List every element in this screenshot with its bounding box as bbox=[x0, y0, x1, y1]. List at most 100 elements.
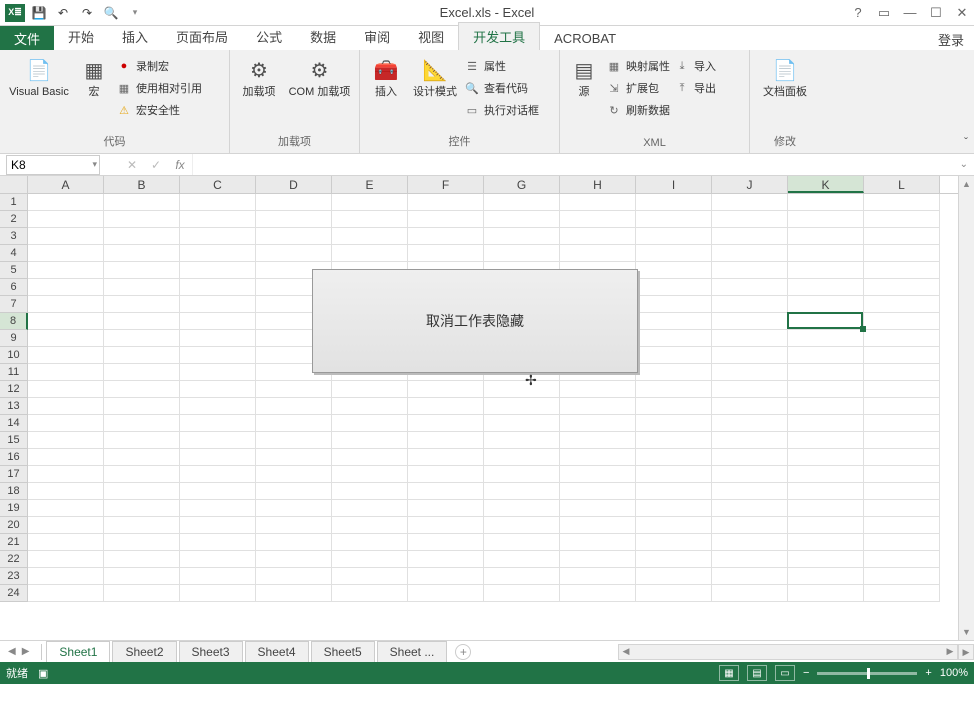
cell[interactable] bbox=[484, 585, 560, 602]
cell[interactable] bbox=[484, 381, 560, 398]
cell[interactable] bbox=[408, 432, 484, 449]
cell[interactable] bbox=[484, 432, 560, 449]
cell[interactable] bbox=[788, 347, 864, 364]
cell[interactable] bbox=[788, 568, 864, 585]
undo-icon[interactable]: ↶ bbox=[52, 2, 74, 24]
cell[interactable] bbox=[712, 483, 788, 500]
cell[interactable] bbox=[864, 432, 940, 449]
macros-button[interactable]: ▦ 宏 bbox=[76, 56, 112, 99]
cell[interactable] bbox=[484, 194, 560, 211]
cell[interactable] bbox=[560, 585, 636, 602]
cell[interactable] bbox=[636, 500, 712, 517]
cell[interactable] bbox=[788, 585, 864, 602]
cell[interactable] bbox=[104, 483, 180, 500]
cancel-formula-icon[interactable]: ✕ bbox=[120, 158, 144, 172]
cell[interactable] bbox=[256, 398, 332, 415]
cell[interactable] bbox=[484, 551, 560, 568]
column-header[interactable]: G bbox=[484, 176, 560, 193]
scroll-right-icon[interactable]: ▶ bbox=[943, 646, 957, 657]
cell[interactable] bbox=[28, 449, 104, 466]
cell[interactable] bbox=[636, 517, 712, 534]
cell[interactable] bbox=[180, 313, 256, 330]
cell[interactable] bbox=[104, 279, 180, 296]
cell[interactable] bbox=[788, 432, 864, 449]
cell[interactable] bbox=[180, 296, 256, 313]
cell[interactable] bbox=[28, 483, 104, 500]
cell[interactable] bbox=[180, 551, 256, 568]
scroll-left-icon[interactable]: ◀ bbox=[619, 646, 633, 657]
vertical-scrollbar[interactable]: ▲ ▼ bbox=[958, 176, 974, 640]
scroll-up-icon[interactable]: ▲ bbox=[959, 176, 974, 192]
cell[interactable] bbox=[864, 398, 940, 415]
cell[interactable] bbox=[484, 245, 560, 262]
cell[interactable] bbox=[712, 228, 788, 245]
cell[interactable] bbox=[28, 466, 104, 483]
cell[interactable] bbox=[332, 432, 408, 449]
relative-ref-button[interactable]: ▦使用相对引用 bbox=[116, 78, 202, 98]
row-header[interactable]: 12 bbox=[0, 381, 28, 398]
cell[interactable] bbox=[636, 534, 712, 551]
cell[interactable] bbox=[560, 568, 636, 585]
insert-control-button[interactable]: 🧰 插入 bbox=[366, 56, 406, 99]
cell[interactable] bbox=[332, 466, 408, 483]
cell[interactable] bbox=[408, 534, 484, 551]
cell[interactable] bbox=[180, 228, 256, 245]
cell[interactable] bbox=[180, 245, 256, 262]
row-header[interactable]: 13 bbox=[0, 398, 28, 415]
cell[interactable] bbox=[28, 245, 104, 262]
cell[interactable] bbox=[28, 551, 104, 568]
cell[interactable] bbox=[180, 364, 256, 381]
cell[interactable] bbox=[712, 585, 788, 602]
cell[interactable] bbox=[28, 517, 104, 534]
sheet-tab[interactable]: Sheet5 bbox=[311, 641, 375, 664]
redo-icon[interactable]: ↷ bbox=[76, 2, 98, 24]
cell[interactable] bbox=[788, 194, 864, 211]
cell[interactable] bbox=[104, 347, 180, 364]
cell[interactable] bbox=[28, 432, 104, 449]
import-button[interactable]: ⤓导入 bbox=[674, 56, 716, 76]
cell[interactable] bbox=[636, 279, 712, 296]
cell[interactable] bbox=[484, 398, 560, 415]
row-header[interactable]: 24 bbox=[0, 585, 28, 602]
cell[interactable] bbox=[712, 517, 788, 534]
row-header[interactable]: 3 bbox=[0, 228, 28, 245]
tab-data[interactable]: 数据 bbox=[296, 23, 350, 50]
cell[interactable] bbox=[636, 483, 712, 500]
cell[interactable] bbox=[256, 500, 332, 517]
cell[interactable] bbox=[332, 398, 408, 415]
fx-icon[interactable]: fx bbox=[168, 158, 192, 172]
cell[interactable] bbox=[332, 211, 408, 228]
cell[interactable] bbox=[712, 364, 788, 381]
cell[interactable] bbox=[104, 381, 180, 398]
cell[interactable] bbox=[104, 466, 180, 483]
cell[interactable] bbox=[256, 534, 332, 551]
cell[interactable] bbox=[28, 296, 104, 313]
export-button[interactable]: ⤒导出 bbox=[674, 78, 716, 98]
cell[interactable] bbox=[788, 466, 864, 483]
row-header[interactable]: 23 bbox=[0, 568, 28, 585]
normal-view-icon[interactable]: ▦ bbox=[719, 665, 739, 681]
qat-dropdown-icon[interactable]: ▾ bbox=[124, 2, 146, 24]
zoom-level[interactable]: 100% bbox=[940, 667, 968, 679]
cell[interactable] bbox=[408, 194, 484, 211]
row-header[interactable]: 21 bbox=[0, 534, 28, 551]
row-header[interactable]: 7 bbox=[0, 296, 28, 313]
cell[interactable] bbox=[864, 585, 940, 602]
row-header[interactable]: 9 bbox=[0, 330, 28, 347]
add-sheet-button[interactable]: + bbox=[455, 644, 471, 660]
row-header[interactable]: 4 bbox=[0, 245, 28, 262]
cell[interactable] bbox=[864, 211, 940, 228]
row-header[interactable]: 15 bbox=[0, 432, 28, 449]
cell[interactable] bbox=[636, 211, 712, 228]
cell[interactable] bbox=[408, 517, 484, 534]
cell[interactable] bbox=[180, 347, 256, 364]
cell[interactable] bbox=[484, 534, 560, 551]
column-header[interactable]: I bbox=[636, 176, 712, 193]
cell[interactable] bbox=[332, 228, 408, 245]
cell[interactable] bbox=[180, 432, 256, 449]
view-code-button[interactable]: 🔍查看代码 bbox=[464, 78, 539, 98]
cell[interactable] bbox=[408, 449, 484, 466]
cell[interactable] bbox=[332, 483, 408, 500]
cell[interactable] bbox=[712, 313, 788, 330]
row-header[interactable]: 1 bbox=[0, 194, 28, 211]
